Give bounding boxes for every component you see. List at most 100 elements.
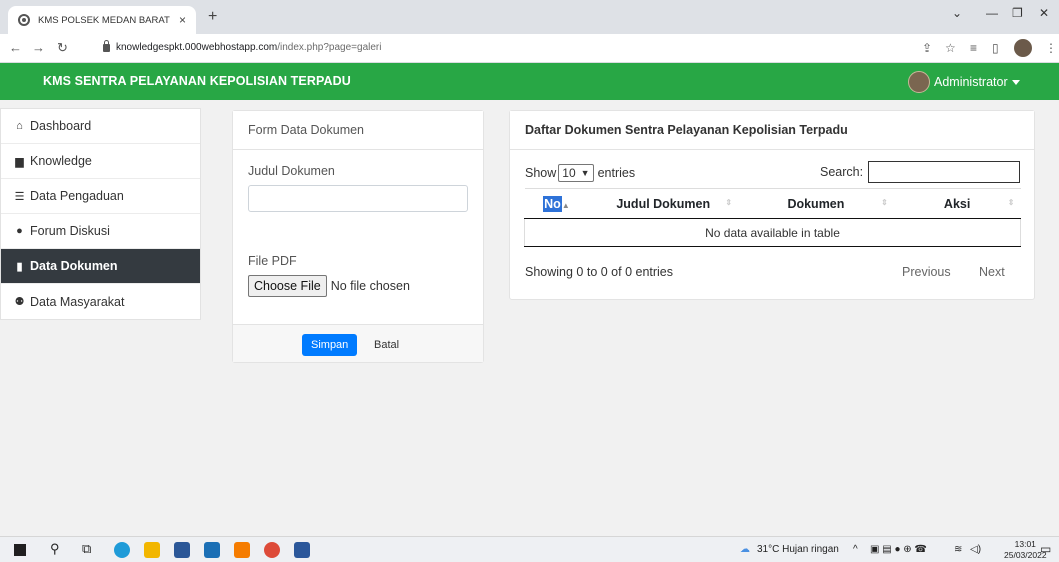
- side-panel-icon[interactable]: ▯: [992, 41, 999, 55]
- tab-title: KMS POLSEK MEDAN BARAT: [38, 14, 170, 26]
- empty-table-message: No data available in table: [524, 218, 1021, 247]
- menu-dots-icon[interactable]: ⋮: [1045, 41, 1057, 55]
- sidebar-item-label: Forum Diskusi: [30, 224, 110, 238]
- table-row: No data available in table: [524, 218, 1021, 247]
- reload-icon[interactable]: ↻: [57, 40, 68, 56]
- sidebar-item-label: Dashboard: [30, 119, 92, 133]
- top-navbar: KMS SENTRA PELAYANAN KEPOLISIAN TERPADU …: [0, 63, 1059, 100]
- url-field[interactable]: knowledgespkt.000webhostapp.com/index.ph…: [116, 42, 381, 53]
- form-card: Form Data Dokumen Judul Dokumen File PDF…: [232, 110, 484, 363]
- share-icon[interactable]: ⇪: [922, 41, 932, 55]
- address-bar: ← → ↻ knowledgespkt.000webhostapp.com/in…: [0, 34, 1059, 63]
- caret-down-icon: [1011, 79, 1020, 85]
- previous-button[interactable]: Previous: [902, 265, 951, 279]
- notification-icon[interactable]: ▭: [1040, 542, 1051, 556]
- list-icon: ☰: [14, 190, 25, 203]
- word-icon[interactable]: [294, 542, 310, 558]
- store-icon[interactable]: [174, 542, 190, 558]
- user-avatar: [908, 71, 930, 93]
- file-status-text: No file chosen: [330, 279, 410, 293]
- entries-label: entries: [597, 166, 636, 180]
- column-header-label: Dokumen: [787, 196, 845, 211]
- browser-tab[interactable]: KMS POLSEK MEDAN BARAT ×: [8, 6, 196, 34]
- sidebar-item-label: Knowledge: [30, 154, 92, 168]
- column-header-dokumen[interactable]: Dokumen ⇕: [738, 188, 894, 219]
- table-search: Search:: [820, 161, 1021, 183]
- profile-avatar[interactable]: [1014, 39, 1032, 57]
- file-explorer-icon[interactable]: [144, 542, 160, 558]
- chrome-icon[interactable]: [264, 542, 280, 558]
- url-host: knowledgespkt.000webhostapp.com: [116, 42, 278, 53]
- back-icon[interactable]: ←: [9, 40, 22, 55]
- reading-list-icon[interactable]: ≡: [970, 41, 977, 55]
- next-button[interactable]: Next: [979, 265, 1005, 279]
- xampp-icon[interactable]: [234, 542, 250, 558]
- new-tab-button[interactable]: +: [208, 8, 217, 26]
- sidebar-item-data-pengaduan[interactable]: ☰ Data Pengaduan: [1, 179, 200, 214]
- task-view-icon[interactable]: ⧉: [82, 541, 91, 557]
- column-header-label: No: [543, 195, 562, 212]
- wifi-icon[interactable]: ≋: [954, 544, 962, 555]
- weather-text[interactable]: 31°C Hujan ringan: [757, 544, 839, 555]
- sidebar-item-forum-diskusi[interactable]: ● Forum Diskusi: [1, 214, 200, 249]
- sort-icon: ⇕: [881, 198, 888, 207]
- sidebar-item-label: Data Masyarakat: [30, 294, 125, 309]
- home-icon: ⌂: [16, 120, 23, 132]
- brand-title[interactable]: KMS SENTRA PELAYANAN KEPOLISIAN TERPADU: [43, 74, 351, 88]
- table-info: Showing 0 to 0 of 0 entries: [525, 265, 674, 279]
- judul-dokumen-input[interactable]: [248, 185, 468, 212]
- forward-icon[interactable]: →: [32, 40, 45, 55]
- sort-asc-icon: ▲: [561, 200, 570, 210]
- form-card-header: Form Data Dokumen: [233, 111, 483, 150]
- bookmark-star-icon[interactable]: ☆: [945, 41, 956, 55]
- url-path: /index.php?page=galeri: [277, 42, 382, 53]
- file-icon: ▮: [16, 260, 23, 273]
- file-input[interactable]: Choose File No file chosen: [248, 275, 410, 297]
- judul-dokumen-label: Judul Dokumen: [248, 164, 335, 178]
- column-header-aksi[interactable]: Aksi ⇕: [893, 188, 1021, 219]
- sidebar-item-knowledge[interactable]: ▆ Knowledge: [1, 144, 200, 179]
- tab-search-icon[interactable]: ⌄: [952, 6, 962, 20]
- edge-icon[interactable]: [114, 542, 130, 558]
- search-icon[interactable]: ⚲: [50, 541, 60, 557]
- table-header-row: No▲ Judul Dokumen ⇕ Dokumen ⇕ Aksi ⇕: [524, 188, 1021, 219]
- browser-tabbar: KMS POLSEK MEDAN BARAT × + ⌄ — ❐ ✕: [0, 0, 1059, 34]
- column-header-no[interactable]: No▲: [524, 188, 589, 219]
- tab-close-icon[interactable]: ×: [179, 13, 186, 27]
- file-pdf-label: File PDF: [248, 254, 297, 268]
- volume-icon[interactable]: ◁): [970, 544, 981, 555]
- entries-select[interactable]: 10 ▼: [558, 164, 594, 182]
- mail-icon[interactable]: [204, 542, 220, 558]
- tray-chevron-icon[interactable]: ^: [853, 544, 858, 555]
- site-favicon-icon: [18, 14, 30, 26]
- sidebar-item-dashboard[interactable]: ⌂ Dashboard: [1, 109, 200, 144]
- start-icon[interactable]: [14, 544, 26, 556]
- sidebar-item-data-dokumen[interactable]: ▮ Data Dokumen: [1, 249, 200, 284]
- show-label: Show: [525, 166, 557, 180]
- save-button[interactable]: Simpan: [302, 334, 358, 356]
- users-icon: ⚉: [14, 296, 25, 308]
- tray-app-icons[interactable]: ▣ ▤ ● ⊕ ☎: [870, 544, 927, 555]
- form-footer: Simpan Batal: [233, 324, 483, 362]
- documents-table: No▲ Judul Dokumen ⇕ Dokumen ⇕ Aksi ⇕ No …: [524, 188, 1021, 247]
- chevron-down-icon: ▼: [580, 168, 590, 178]
- comments-icon: ●: [16, 225, 23, 237]
- user-name: Administrator: [934, 75, 1008, 89]
- book-icon: ▆: [15, 155, 24, 168]
- sidebar-item-data-masyarakat[interactable]: ⚉ Data Masyarakat: [1, 284, 200, 319]
- document-table-card: Daftar Dokumen Sentra Pelayanan Kepolisi…: [509, 110, 1035, 300]
- restore-icon[interactable]: ❐: [1012, 6, 1023, 20]
- search-input[interactable]: [868, 161, 1021, 183]
- window-close-icon[interactable]: ✕: [1039, 6, 1049, 20]
- user-menu[interactable]: Administrator: [908, 71, 1020, 93]
- entries-length-control: Show 10 ▼ entries: [525, 164, 635, 182]
- entries-value: 10: [562, 166, 576, 180]
- cancel-button[interactable]: Batal: [374, 339, 399, 351]
- windows-taskbar: ⚲ ⧉ ☁ 31°C Hujan ringan ^ ▣ ▤ ● ⊕ ☎ ≋ ◁)…: [0, 536, 1059, 562]
- column-header-label: Judul Dokumen: [616, 196, 711, 211]
- choose-file-button[interactable]: Choose File: [248, 275, 327, 297]
- lock-icon: [103, 40, 110, 52]
- column-header-judul[interactable]: Judul Dokumen ⇕: [588, 188, 739, 219]
- minimize-icon[interactable]: —: [986, 6, 998, 20]
- column-header-label: Aksi: [943, 196, 971, 211]
